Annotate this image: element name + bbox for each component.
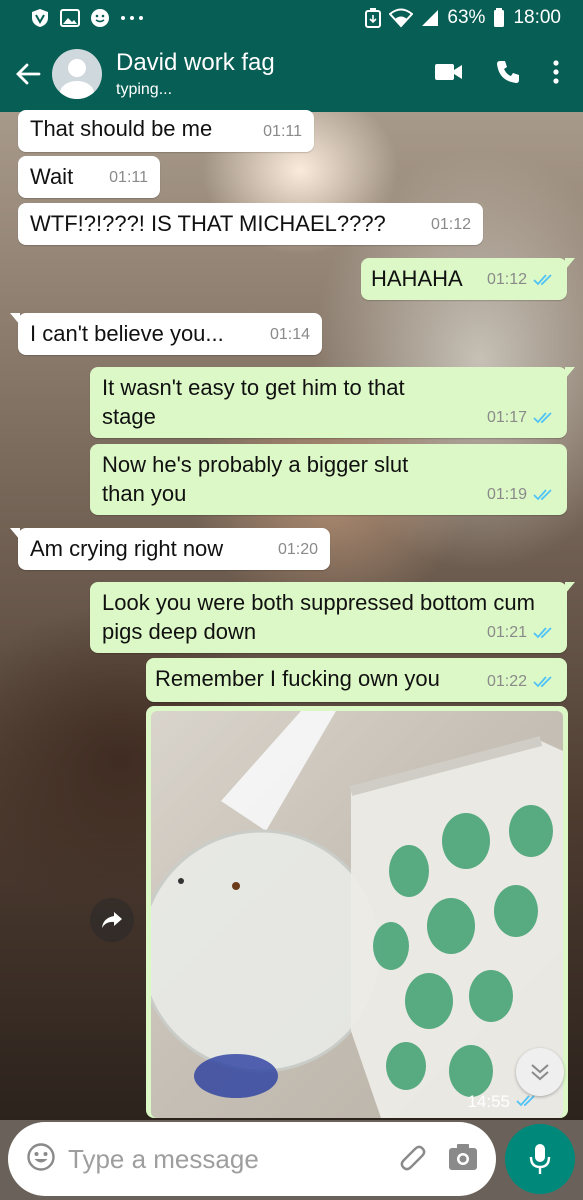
- forward-icon[interactable]: [90, 898, 134, 942]
- message-incoming[interactable]: WTF!?!???! IS THAT MICHAEL???? 01:12: [18, 203, 483, 245]
- message-outgoing[interactable]: Remember I fucking own you 01:22: [146, 658, 567, 702]
- message-time: 01:11: [109, 169, 148, 186]
- mic-icon: [529, 1144, 551, 1174]
- mic-button[interactable]: [505, 1124, 575, 1194]
- chat-header: David work fag typing...: [0, 36, 583, 112]
- read-ticks-icon: [533, 273, 555, 286]
- message-time: 01:14: [269, 326, 310, 343]
- back-arrow-icon[interactable]: [8, 62, 48, 86]
- shield-icon: [30, 8, 50, 28]
- camera-icon[interactable]: [448, 1143, 478, 1176]
- video-call-icon[interactable]: [435, 62, 463, 87]
- message-time: 01:21: [486, 624, 527, 641]
- status-bar: 63% 18:00: [0, 0, 583, 36]
- emoji-icon[interactable]: [26, 1142, 56, 1177]
- avatar-icon[interactable]: [52, 49, 102, 99]
- message-incoming[interactable]: That should be me 01:11: [18, 110, 314, 152]
- voice-call-icon[interactable]: [495, 59, 521, 90]
- message-time: 01:12: [430, 216, 471, 233]
- wifi-icon: [389, 8, 414, 28]
- message-text: WTF!?!???! IS THAT MICHAEL????: [30, 211, 386, 236]
- message-time: 01:12: [486, 271, 527, 288]
- message-input[interactable]: Type a message: [68, 1144, 398, 1175]
- message-composer: Type a message: [8, 1122, 496, 1196]
- message-photo[interactable]: [151, 711, 563, 1118]
- smiley-icon: [90, 8, 110, 28]
- message-time: 01:11: [263, 123, 302, 140]
- message-time: 01:20: [277, 541, 318, 558]
- image-message[interactable]: 14:55: [146, 706, 568, 1118]
- contact-info[interactable]: David work fag typing...: [116, 48, 275, 101]
- gallery-icon: [60, 9, 80, 27]
- message-outgoing[interactable]: Now he's probably a bigger slut than you…: [90, 444, 567, 515]
- clock: 18:00: [513, 7, 561, 28]
- contact-status: typing...: [116, 80, 173, 98]
- message-incoming[interactable]: Wait 01:11: [18, 156, 160, 198]
- more-dots-icon: [120, 15, 144, 21]
- message-outgoing[interactable]: It wasn't easy to get him to that stage …: [90, 367, 575, 438]
- message-outgoing[interactable]: Look you were both suppressed bottom cum…: [90, 582, 575, 653]
- message-time: 01:22: [486, 673, 527, 690]
- message-time: 01:17: [486, 409, 527, 426]
- read-ticks-icon: [533, 626, 555, 639]
- double-chevron-down-icon: [531, 1064, 549, 1081]
- attach-icon[interactable]: [398, 1142, 428, 1177]
- battery-percent: 63%: [447, 7, 486, 28]
- more-vert-icon[interactable]: [553, 59, 559, 89]
- read-ticks-icon: [533, 675, 555, 688]
- scroll-down-button[interactable]: [516, 1048, 564, 1096]
- image-time: 14:55: [467, 1092, 510, 1111]
- signal-icon: [421, 9, 439, 27]
- message-incoming[interactable]: Am crying right now 01:20: [10, 528, 330, 570]
- read-ticks-icon: [533, 488, 555, 501]
- data-saver-icon: [365, 8, 382, 28]
- contact-name: David work fag: [116, 48, 275, 76]
- message-time: 01:19: [486, 486, 527, 503]
- read-ticks-icon: [533, 411, 555, 424]
- battery-icon: [493, 8, 505, 28]
- message-incoming[interactable]: I can't believe you... 01:14: [10, 313, 322, 355]
- message-outgoing[interactable]: HAHAHA 01:12: [361, 258, 575, 300]
